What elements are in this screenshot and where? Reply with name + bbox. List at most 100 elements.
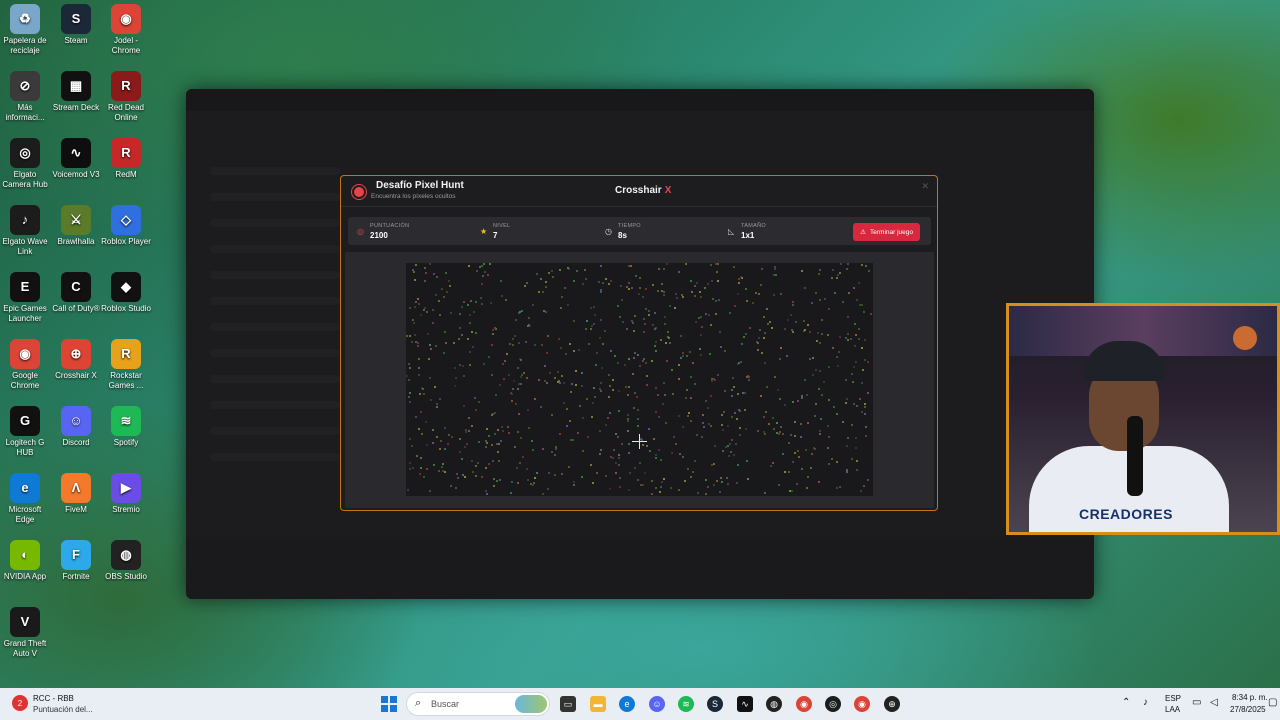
noise-pixel xyxy=(810,467,812,469)
pixel-hunt-canvas[interactable] xyxy=(406,263,873,496)
noise-pixel xyxy=(818,273,820,275)
desktop-icon-stremio[interactable]: ▶ Stremio xyxy=(101,469,151,515)
noise-pixel xyxy=(782,433,784,435)
noise-pixel xyxy=(794,435,796,437)
spotify-taskbar-icon[interactable]: ≋ xyxy=(678,696,694,712)
taskbar-news-widget[interactable]: 2 RCC - RBB Puntuación del... xyxy=(12,692,132,716)
elgato-taskbar-icon[interactable]: ◎ xyxy=(825,696,841,712)
desktop-icon-fivem[interactable]: Λ FiveM xyxy=(51,469,101,515)
desktop-icon-voicemod-v3[interactable]: ∿ Voicemod V3 xyxy=(51,134,101,180)
chrome-taskbar-icon[interactable]: ◉ xyxy=(796,696,812,712)
noise-pixel xyxy=(854,345,856,347)
noise-pixel xyxy=(451,436,453,438)
noise-pixel xyxy=(726,477,728,479)
desktop-icon-red-dead-online[interactable]: R Red Dead Online xyxy=(101,67,151,123)
notification-icon[interactable]: ▢ xyxy=(1268,697,1277,708)
noise-pixel xyxy=(861,264,863,266)
edge-taskbar-icon[interactable]: e xyxy=(619,696,635,712)
noise-pixel xyxy=(496,480,498,482)
noise-pixel xyxy=(521,310,523,312)
close-icon[interactable]: ✕ xyxy=(921,181,929,192)
desktop-icon-m-s-informaci[interactable]: ⊘ Más informaci... xyxy=(0,67,50,123)
desktop-icon-grand-theft-auto-v[interactable]: V Grand Theft Auto V xyxy=(0,603,50,659)
taskbar-search[interactable]: ⌕ Buscar xyxy=(406,692,550,716)
noise-pixel xyxy=(690,376,692,378)
noise-pixel xyxy=(678,415,680,417)
noise-pixel xyxy=(694,295,696,297)
language-indicator[interactable]: ESP xyxy=(1165,694,1181,703)
noise-pixel xyxy=(538,379,540,381)
desktop-icon-jodel-chrome[interactable]: ◉ Jodel - Chrome xyxy=(101,0,151,56)
noise-pixel xyxy=(450,312,452,314)
noise-pixel xyxy=(567,304,569,306)
desktop-icon-call-of-duty[interactable]: C Call of Duty® xyxy=(51,268,101,314)
chrome-profile-taskbar-icon[interactable]: ◉ xyxy=(854,696,870,712)
desktop-icon-steam[interactable]: S Steam xyxy=(51,0,101,46)
noise-pixel xyxy=(774,268,776,270)
desktop-icon-label: Más informaci... xyxy=(5,103,45,122)
desktop-icon-logitech-g-hub[interactable]: G Logitech G HUB xyxy=(0,402,50,458)
volume-icon[interactable]: ◁ xyxy=(1210,697,1218,708)
desktop-icon-spotify[interactable]: ≋ Spotify xyxy=(101,402,151,448)
noise-pixel xyxy=(645,308,647,310)
desktop-icon-discord[interactable]: ☺ Discord xyxy=(51,402,101,448)
noise-pixel xyxy=(701,326,703,328)
noise-pixel xyxy=(409,392,411,394)
noise-pixel xyxy=(705,493,707,495)
desktop-icon-stream-deck[interactable]: ▦ Stream Deck xyxy=(51,67,101,113)
desktop-icon-papelera-de-reciclaje[interactable]: ♻ Papelera de reciclaje xyxy=(0,0,50,56)
desktop-icon-epic-games-launcher[interactable]: E Epic Games Launcher xyxy=(0,268,50,324)
desktop-icon-elgato-camera-hub[interactable]: ◎ Elgato Camera Hub xyxy=(0,134,50,190)
desktop-icon-roblox-player[interactable]: ◇ Roblox Player xyxy=(101,201,151,247)
noise-pixel xyxy=(518,312,520,314)
desktop-icon-obs-studio[interactable]: ◍ OBS Studio xyxy=(101,536,151,582)
noise-pixel xyxy=(481,476,483,478)
noise-pixel xyxy=(657,394,659,396)
noise-pixel xyxy=(791,490,793,492)
noise-pixel xyxy=(544,365,546,367)
noise-pixel xyxy=(680,357,682,359)
network-icon[interactable]: ▭ xyxy=(1192,697,1201,708)
stat-time-label: TIEMPO xyxy=(618,223,641,229)
noise-pixel xyxy=(415,264,417,266)
noise-pixel xyxy=(729,312,731,314)
noise-pixel xyxy=(680,335,682,337)
clock-time[interactable]: 8:34 p. m. xyxy=(1232,693,1268,702)
tray-chevron-icon[interactable]: ⌃ xyxy=(1122,697,1130,708)
noise-pixel xyxy=(729,443,731,445)
noise-pixel xyxy=(605,475,607,477)
microphone-icon[interactable]: ♪ xyxy=(1143,697,1148,708)
noise-pixel xyxy=(819,370,821,372)
desktop-icon-microsoft-edge[interactable]: e Microsoft Edge xyxy=(0,469,50,525)
noise-pixel xyxy=(523,372,525,374)
obs-taskbar-icon[interactable]: ◍ xyxy=(766,696,782,712)
voicemod-taskbar-icon[interactable]: ∿ xyxy=(737,696,753,712)
file-explorer-icon[interactable]: ▬ xyxy=(590,696,606,712)
desktop-icon-rockstar-games[interactable]: R Rockstar Games ... xyxy=(101,335,151,391)
discord-taskbar-icon[interactable]: ☺ xyxy=(649,696,665,712)
taskview-icon[interactable]: ▭ xyxy=(560,696,576,712)
noise-pixel xyxy=(576,270,578,272)
windows-start-icon[interactable] xyxy=(381,696,397,712)
noise-pixel xyxy=(671,369,673,371)
end-game-button[interactable]: ⚠ Terminar juego xyxy=(853,223,920,241)
noise-pixel xyxy=(594,314,596,316)
desktop-icon-brawlhalla[interactable]: ⚔ Brawlhalla xyxy=(51,201,101,247)
steam-taskbar-icon[interactable]: S xyxy=(707,696,723,712)
desktop-icon-roblox-studio[interactable]: ◆ Roblox Studio xyxy=(101,268,151,314)
desktop-icon-google-chrome[interactable]: ◉ Google Chrome xyxy=(0,335,50,391)
noise-pixel xyxy=(788,471,790,473)
desktop-icon-elgato-wave-link[interactable]: ♪ Elgato Wave Link xyxy=(0,201,50,257)
clock-date[interactable]: 27/8/2025 xyxy=(1230,705,1266,714)
noise-pixel xyxy=(733,266,735,268)
noise-pixel xyxy=(518,342,520,344)
noise-pixel xyxy=(499,479,501,481)
desktop-icon-fortnite[interactable]: F Fortnite xyxy=(51,536,101,582)
noise-pixel xyxy=(430,348,432,350)
crosshair-taskbar-icon[interactable]: ⊕ xyxy=(884,696,900,712)
desktop-icon-redm[interactable]: R RedM xyxy=(101,134,151,180)
desktop-icon-nvidia-app[interactable]: ◐ NVIDIA App xyxy=(0,536,50,582)
desktop-icon-label: Papelera de reciclaje xyxy=(3,36,47,55)
desktop-icon-crosshair-x[interactable]: ⊕ Crosshair X xyxy=(51,335,101,381)
noise-pixel xyxy=(778,484,780,486)
